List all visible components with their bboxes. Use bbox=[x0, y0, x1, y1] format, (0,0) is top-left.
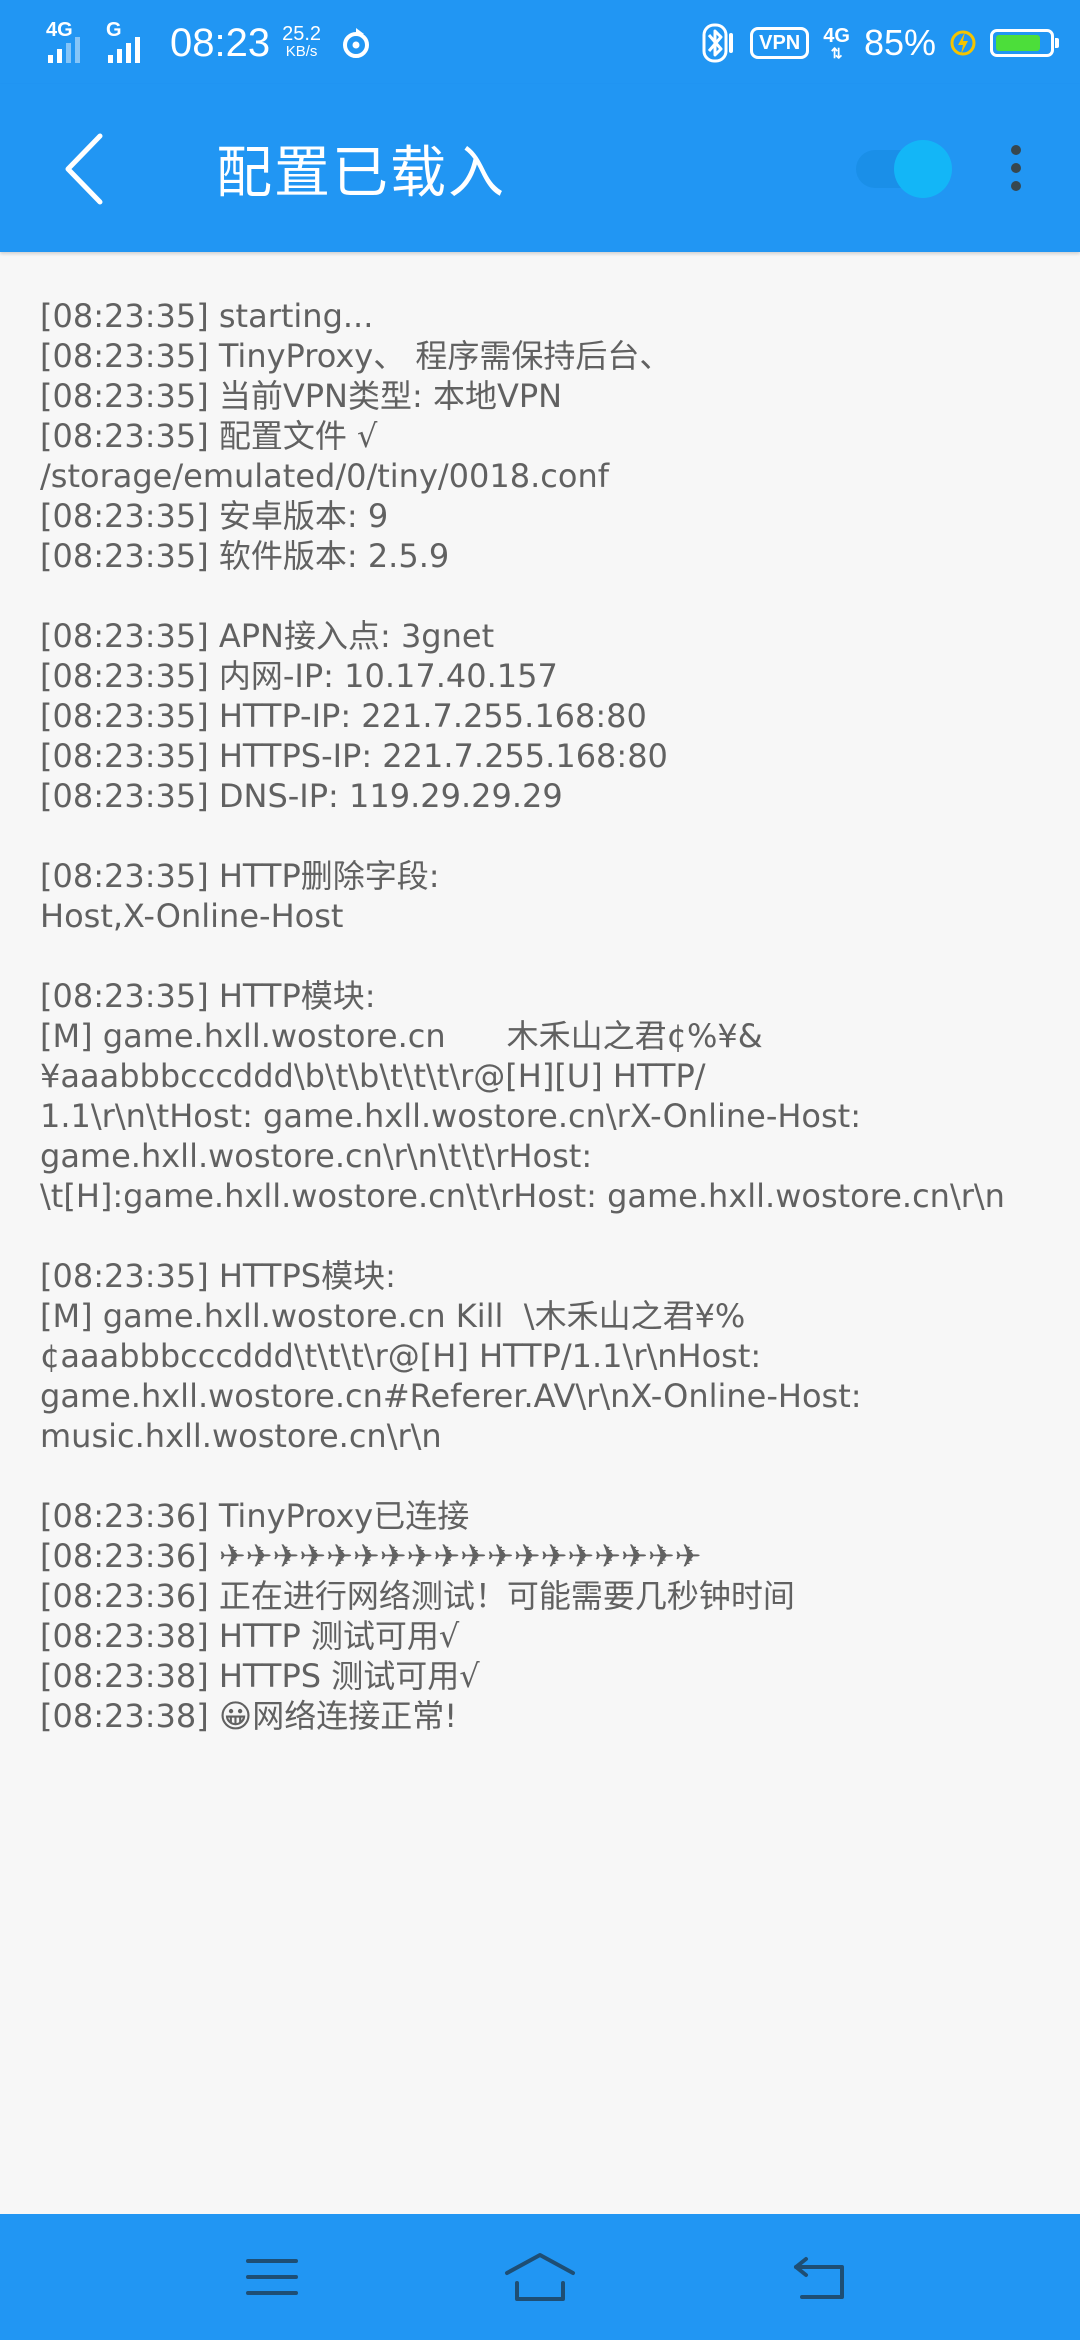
navigation-bar bbox=[0, 2214, 1080, 2340]
log-line: [08:23:38] HTTP 测试可用√ bbox=[40, 1617, 460, 1655]
log-output: [08:23:35] starting... [08:23:35] TinyPro… bbox=[40, 296, 1050, 1736]
chevron-left-icon bbox=[65, 133, 103, 205]
vpn-badge: VPN bbox=[750, 27, 810, 59]
log-line: [M] game.hxll.wostore.cn Kill \木禾山之君¥% bbox=[40, 1297, 746, 1335]
log-line: [08:23:35] HTTPS-IP: 221.7.255.168:80 bbox=[40, 737, 668, 775]
log-line: [M] game.hxll.wostore.cn 木禾山之君¢%¥& bbox=[40, 1017, 763, 1055]
back-button[interactable] bbox=[44, 122, 124, 216]
log-line: [08:23:35] HTTP模块: bbox=[40, 977, 376, 1015]
more-options-button[interactable] bbox=[996, 138, 1036, 198]
network-speed-unit: KB/s bbox=[285, 43, 318, 60]
log-line: [08:23:35] HTTP删除字段: bbox=[40, 857, 440, 895]
log-line: game.hxll.wostore.cn#Referer.AV\r\nX-Onl… bbox=[40, 1377, 862, 1415]
log-line: [08:23:35] 软件版本: 2.5.9 bbox=[40, 537, 450, 575]
status-time: 08:23 bbox=[170, 20, 271, 65]
sim1-signal-icon: 4G bbox=[46, 19, 96, 63]
charging-icon bbox=[950, 30, 976, 56]
more-vert-icon bbox=[1011, 145, 1021, 155]
log-line: [08:23:38] HTTPS 测试可用√ bbox=[40, 1657, 480, 1695]
log-line: game.hxll.wostore.cn\r\n\t\t\rHost: bbox=[40, 1137, 593, 1175]
log-line: [08:23:35] starting... bbox=[40, 297, 374, 335]
mobile-data-type: 4G bbox=[823, 25, 850, 47]
vpn-toggle[interactable] bbox=[852, 140, 952, 198]
nav-menu-button[interactable] bbox=[232, 2242, 312, 2312]
log-line: \t[H]:game.hxll.wostore.cn\t\rHost: game… bbox=[40, 1177, 1005, 1215]
status-bar: 4G G 08:23 25.2 KB/s VPN 4G ⇅ 85% bbox=[0, 0, 1080, 84]
log-line: ¢aaabbbcccddd\t\t\t\r@[H] HTTP/1.1\r\nHo… bbox=[40, 1337, 762, 1375]
page-title: 配置已载入 bbox=[216, 141, 506, 206]
log-line: [08:23:36] 正在进行网络测试！可能需要几秒钟时间 bbox=[40, 1577, 795, 1615]
status-left: 4G G 08:23 25.2 KB/s bbox=[46, 18, 373, 68]
log-line: 1.1\r\n\tHost: game.hxll.wostore.cn\rX-O… bbox=[40, 1097, 861, 1135]
log-line: [08:23:35] TinyProxy、 程序需保持后台、 bbox=[40, 337, 672, 375]
log-line: [08:23:35] 配置文件 √ bbox=[40, 417, 378, 455]
log-line: [08:23:35] APN接入点: 3gnet bbox=[40, 617, 495, 655]
bluetooth-icon bbox=[702, 23, 734, 63]
log-line: [08:23:36] TinyProxy已连接 bbox=[40, 1497, 470, 1535]
log-line: [08:23:35] HTTPS模块: bbox=[40, 1257, 396, 1295]
toggle-knob bbox=[894, 140, 952, 198]
log-line: [08:23:36] ✈✈✈✈✈✈✈✈✈✈✈✈✈✈✈✈✈✈ bbox=[40, 1537, 702, 1575]
screen: 4G G 08:23 25.2 KB/s VPN 4G ⇅ 85% 配置已载入 … bbox=[0, 0, 1080, 2340]
battery-percent: 85% bbox=[863, 22, 936, 63]
log-line: Host,X-Online-Host bbox=[40, 897, 344, 935]
nav-back-button[interactable] bbox=[782, 2242, 862, 2312]
log-line: ¥aaabbbcccddd\b\t\b\t\t\t\r@[H][U] HTTP/ bbox=[40, 1057, 706, 1095]
home-icon bbox=[505, 2253, 575, 2301]
data-arrows-icon: ⇅ bbox=[830, 45, 843, 61]
log-line: [08:23:35] 内网-IP: 10.17.40.157 bbox=[40, 657, 558, 695]
more-vert-icon-dot bbox=[1011, 163, 1021, 173]
network-speed: 25.2 KB/s bbox=[282, 23, 322, 61]
log-line: [08:23:35] DNS-IP: 119.29.29.29 bbox=[40, 777, 563, 815]
battery-icon bbox=[990, 29, 1059, 57]
sync-icon bbox=[343, 28, 370, 58]
network-speed-value: 25.2 bbox=[282, 23, 322, 45]
app-bar: 配置已载入 bbox=[0, 84, 1080, 252]
more-vert-icon-dot bbox=[1011, 181, 1021, 191]
back-icon bbox=[794, 2257, 844, 2299]
log-line: [08:23:38] 😀网络连接正常! bbox=[40, 1697, 458, 1735]
status-right: VPN 4G ⇅ 85% bbox=[702, 18, 1059, 68]
mobile-data-icon: 4G ⇅ bbox=[823, 26, 850, 60]
menu-icon bbox=[246, 2259, 298, 2295]
log-line: [08:23:35] HTTP-IP: 221.7.255.168:80 bbox=[40, 697, 647, 735]
nav-home-button[interactable] bbox=[500, 2242, 580, 2312]
battery-fill bbox=[996, 35, 1041, 51]
log-line: [08:23:35] 当前VPN类型: 本地VPN bbox=[40, 377, 563, 415]
log-line: /storage/emulated/0/tiny/0018.conf bbox=[40, 457, 609, 495]
sim2-signal-icon: G bbox=[106, 19, 156, 63]
log-line: music.hxll.wostore.cn\r\n bbox=[40, 1417, 442, 1455]
log-line: [08:23:35] 安卓版本: 9 bbox=[40, 497, 389, 535]
